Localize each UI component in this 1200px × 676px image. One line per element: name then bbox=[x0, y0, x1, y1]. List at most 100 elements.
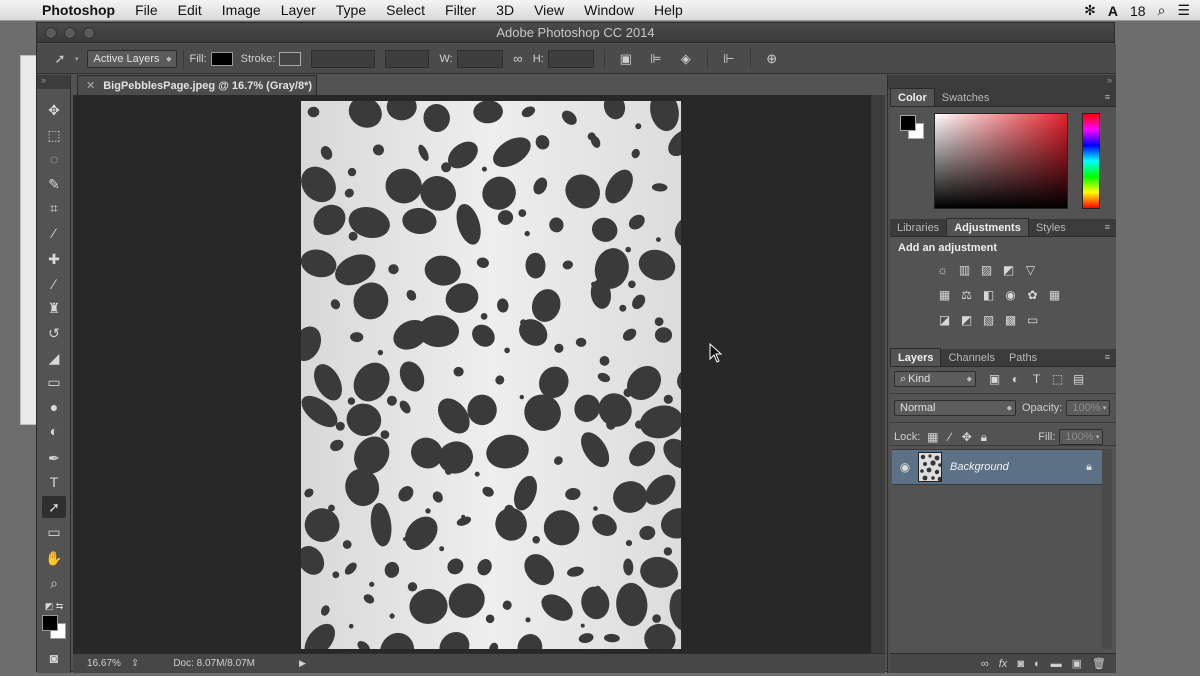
lock-transparent-pixels-icon[interactable]: ▦ bbox=[924, 429, 941, 446]
healing-brush-tool-icon[interactable]: ✚ bbox=[42, 248, 66, 270]
panel-menu-icon[interactable]: ≡ bbox=[1105, 352, 1110, 362]
marquee-tool-icon[interactable]: ⬚ bbox=[42, 124, 66, 146]
new-layer-icon[interactable]: ▣ bbox=[1072, 657, 1082, 670]
quick-mask-icon[interactable]: ◙ bbox=[42, 647, 66, 669]
close-document-icon[interactable]: ✕ bbox=[86, 79, 95, 92]
filter-type-icon[interactable]: T bbox=[1028, 371, 1045, 388]
spotlight-search-icon[interactable]: ⌕ bbox=[1158, 2, 1166, 19]
height-field[interactable] bbox=[547, 49, 594, 68]
history-brush-tool-icon[interactable]: ↺ bbox=[42, 322, 66, 344]
stroke-width-field[interactable] bbox=[311, 49, 376, 68]
hue-slider[interactable] bbox=[1082, 113, 1100, 209]
gradient-map-icon[interactable]: ▭ bbox=[1024, 311, 1041, 328]
gradient-tool-icon[interactable]: ▭ bbox=[42, 371, 66, 393]
path-selection-tool-button-icon[interactable]: ➚ bbox=[42, 496, 66, 518]
tools-collapse-icon[interactable]: » bbox=[37, 75, 70, 89]
zoom-tool-icon[interactable]: ⌕ bbox=[42, 572, 66, 594]
list-icon[interactable]: ☰ bbox=[1177, 2, 1190, 19]
delete-layer-icon[interactable]: 🗑︎ bbox=[1092, 657, 1106, 670]
tab-layers[interactable]: Layers bbox=[890, 348, 942, 366]
fill-swatch[interactable] bbox=[210, 51, 233, 66]
menu-3d[interactable]: 3D bbox=[486, 2, 524, 18]
filter-pixel-icon[interactable]: ▣ bbox=[986, 371, 1003, 388]
photo-filter-icon[interactable]: ◉ bbox=[1002, 286, 1019, 303]
exposure-icon[interactable]: ◩ bbox=[1000, 261, 1017, 278]
stroke-type-dropdown[interactable] bbox=[385, 49, 430, 68]
zoom-level[interactable]: 16.67% bbox=[87, 658, 121, 669]
link-layers-icon[interactable]: ∞ bbox=[981, 658, 989, 670]
move-tool-icon[interactable]: ✥ bbox=[42, 99, 66, 121]
eyedropper-tool-icon[interactable]: ⁄ bbox=[42, 222, 66, 244]
menu-view[interactable]: View bbox=[524, 2, 574, 18]
foreground-color-swatch[interactable] bbox=[42, 615, 58, 631]
new-adjustment-layer-icon[interactable]: ◐ bbox=[1034, 658, 1041, 670]
new-group-icon[interactable]: ▬ bbox=[1051, 658, 1062, 670]
width-field[interactable] bbox=[456, 49, 503, 68]
panel-menu-icon[interactable]: ≡ bbox=[1105, 92, 1110, 102]
pebbles-image[interactable] bbox=[301, 101, 681, 649]
menu-select[interactable]: Select bbox=[376, 2, 435, 18]
status-menu-arrow-icon[interactable]: ▶ bbox=[299, 658, 306, 669]
layer-style-icon[interactable]: fx bbox=[999, 658, 1008, 670]
document-canvas[interactable] bbox=[73, 95, 871, 653]
crop-tool-icon[interactable]: ⌗ bbox=[42, 197, 66, 219]
layer-filter-kind-dropdown[interactable]: ⌕ Kind ◆ bbox=[894, 371, 976, 387]
eye-icon[interactable]: ◉ bbox=[892, 460, 918, 474]
tool-preset-chevron-icon[interactable]: ▾ bbox=[75, 55, 79, 63]
link-icon[interactable]: ∞ bbox=[509, 50, 527, 68]
tab-libraries[interactable]: Libraries bbox=[890, 219, 946, 236]
curves-icon[interactable]: ▨ bbox=[978, 261, 995, 278]
constrain-path-icon[interactable]: ⊕ bbox=[763, 50, 781, 68]
layers-scrollbar[interactable] bbox=[1102, 449, 1112, 649]
threshold-icon[interactable]: ▧ bbox=[980, 311, 997, 328]
eraser-tool-icon[interactable]: ◢ bbox=[42, 347, 66, 369]
layer-row[interactable]: ◉ Background 🔒︎ bbox=[892, 449, 1102, 485]
clone-stamp-tool-icon[interactable]: ♜ bbox=[42, 297, 66, 319]
blend-mode-dropdown[interactable]: Normal ◆ bbox=[894, 400, 1016, 416]
rectangle-tool-icon[interactable]: ▭ bbox=[42, 521, 66, 543]
lock-position-icon[interactable]: ✥ bbox=[958, 429, 975, 446]
menu-layer[interactable]: Layer bbox=[271, 2, 326, 18]
gear-icon[interactable]: ✻ bbox=[1084, 2, 1096, 19]
hand-tool-icon[interactable]: ✋ bbox=[42, 547, 66, 569]
tab-adjustments[interactable]: Adjustments bbox=[946, 218, 1029, 236]
adobe-icon[interactable]: A bbox=[1108, 3, 1118, 19]
align-edges-icon[interactable]: ⊩ bbox=[720, 50, 738, 68]
panel-menu-icon[interactable]: ≡ bbox=[1105, 222, 1110, 232]
invert-icon[interactable]: ◪ bbox=[936, 311, 953, 328]
menu-help[interactable]: Help bbox=[644, 2, 693, 18]
hue-saturation-icon[interactable]: ▦ bbox=[936, 286, 953, 303]
black-white-icon[interactable]: ◧ bbox=[980, 286, 997, 303]
vertical-scrollbar[interactable] bbox=[871, 95, 885, 653]
lock-image-pixels-icon[interactable]: ∕ bbox=[941, 429, 958, 446]
brightness-contrast-icon[interactable]: ☼ bbox=[934, 261, 951, 278]
filter-adjustment-icon[interactable]: ◐ bbox=[1007, 371, 1024, 388]
tab-color[interactable]: Color bbox=[890, 88, 935, 106]
brush-tool-icon[interactable]: ∕ bbox=[42, 273, 66, 295]
menu-window[interactable]: Window bbox=[574, 2, 644, 18]
selective-color-icon[interactable]: ▩ bbox=[1002, 311, 1019, 328]
color-balance-icon[interactable]: ⚖ bbox=[958, 286, 975, 303]
dodge-tool-icon[interactable]: ◐ bbox=[42, 420, 66, 442]
default-colors-icon[interactable]: ◩ ⇆ bbox=[42, 595, 66, 617]
tab-styles[interactable]: Styles bbox=[1029, 219, 1073, 236]
color-foreground-swatch[interactable] bbox=[900, 115, 916, 131]
document-tab[interactable]: ✕ BigPebblesPage.jpeg @ 16.7% (Gray/8*) bbox=[77, 75, 317, 95]
menu-file[interactable]: File bbox=[125, 2, 168, 18]
lock-all-icon[interactable]: 🔒︎ bbox=[975, 429, 992, 446]
lasso-tool-icon[interactable]: ◌ bbox=[42, 148, 66, 170]
path-alignment-icon[interactable]: ⊫ bbox=[647, 50, 665, 68]
opacity-field[interactable]: 100% ▾ bbox=[1066, 400, 1111, 416]
path-arrangement-icon[interactable]: ◈ bbox=[677, 50, 695, 68]
menu-filter[interactable]: Filter bbox=[435, 2, 486, 18]
panels-collapse-icon[interactable]: » bbox=[890, 75, 1116, 89]
type-tool-icon[interactable]: T bbox=[42, 471, 66, 493]
add-mask-icon[interactable]: ◙ bbox=[1017, 658, 1024, 670]
layer-name[interactable]: Background bbox=[950, 461, 1086, 473]
path-operations-icon[interactable]: ▣ bbox=[617, 50, 635, 68]
posterize-icon[interactable]: ◩ bbox=[958, 311, 975, 328]
path-selection-tool-icon[interactable]: ➚ bbox=[51, 50, 69, 68]
color-lookup-icon[interactable]: ▦ bbox=[1046, 286, 1063, 303]
filter-shape-icon[interactable]: ⬚ bbox=[1049, 371, 1066, 388]
quick-selection-tool-icon[interactable]: ✎ bbox=[42, 173, 66, 195]
